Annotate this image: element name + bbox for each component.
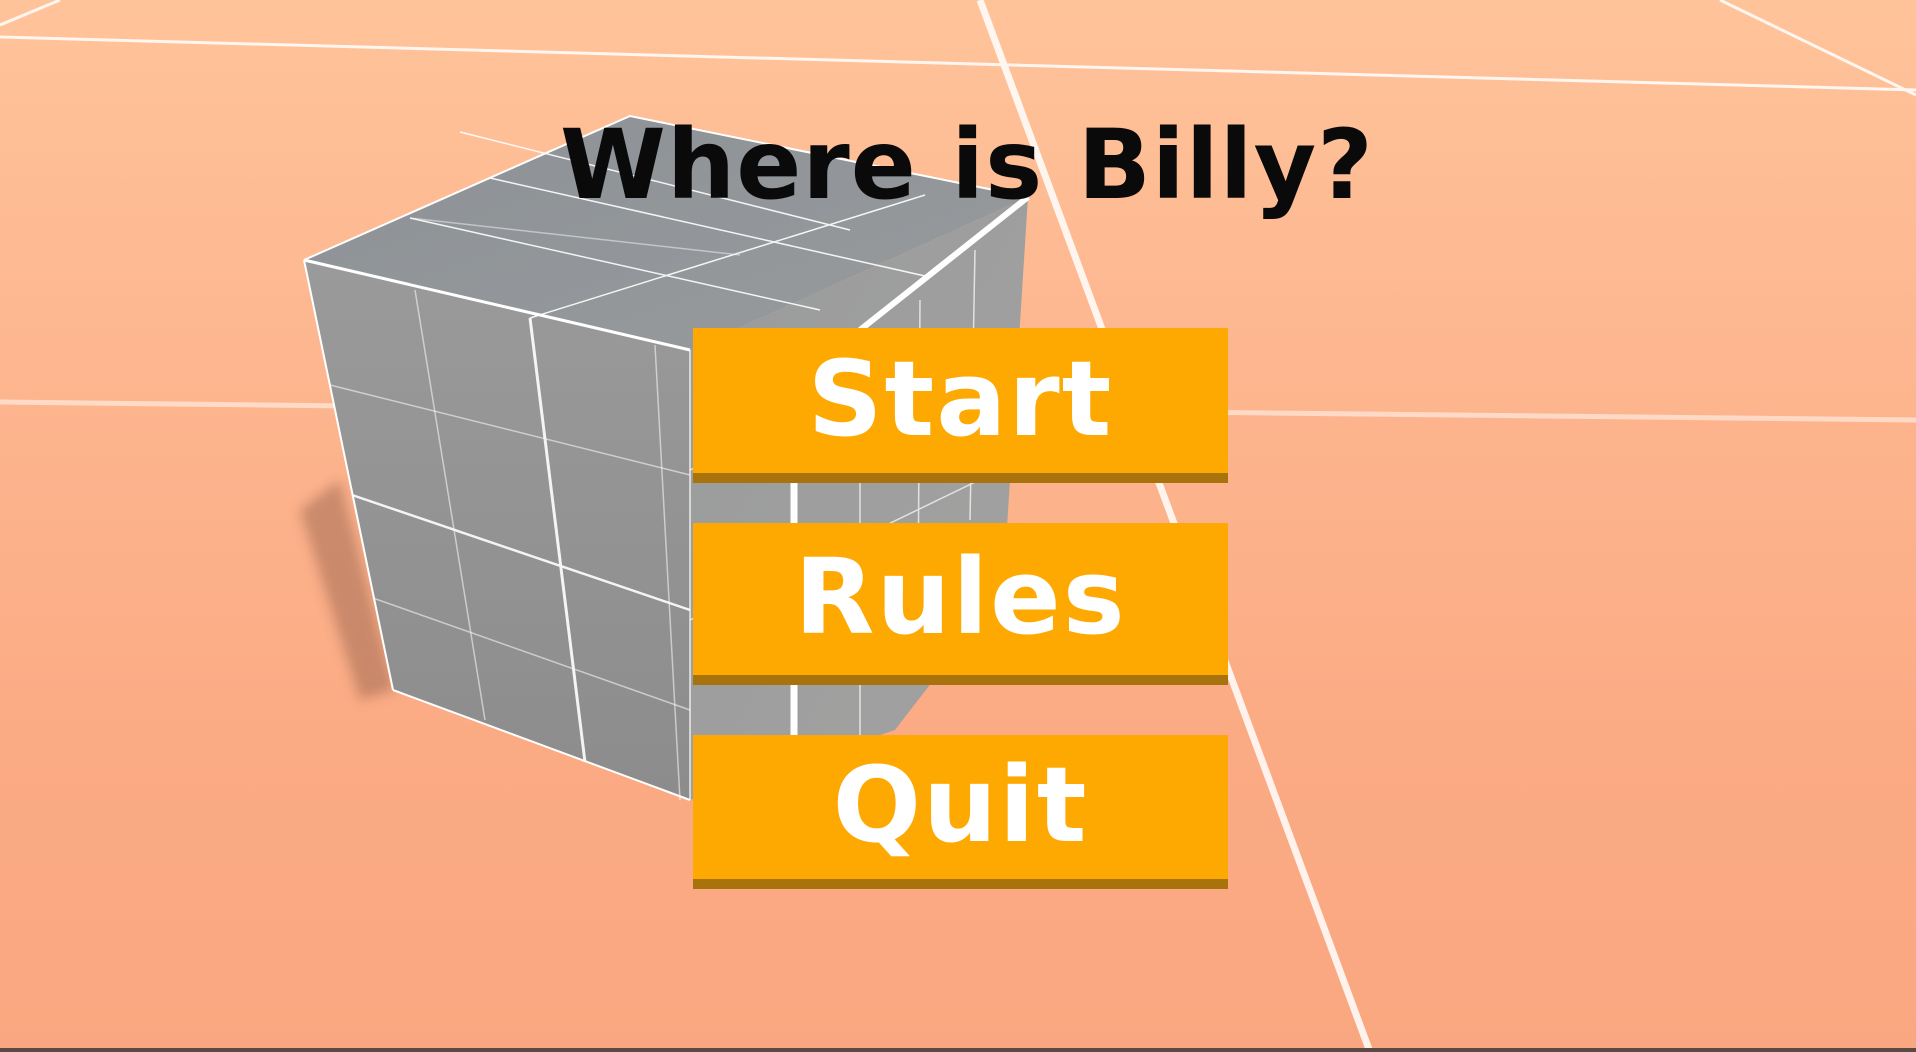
quit-button-label: Quit [832,744,1089,866]
bottom-edge [0,1048,1916,1052]
start-button[interactable]: Start [693,328,1228,483]
rules-button[interactable]: Rules [693,523,1228,685]
rules-button-label: Rules [794,536,1127,658]
start-button-label: Start [807,337,1114,460]
quit-button[interactable]: Quit [693,735,1228,889]
game-title: Where is Billy? [560,109,1374,221]
